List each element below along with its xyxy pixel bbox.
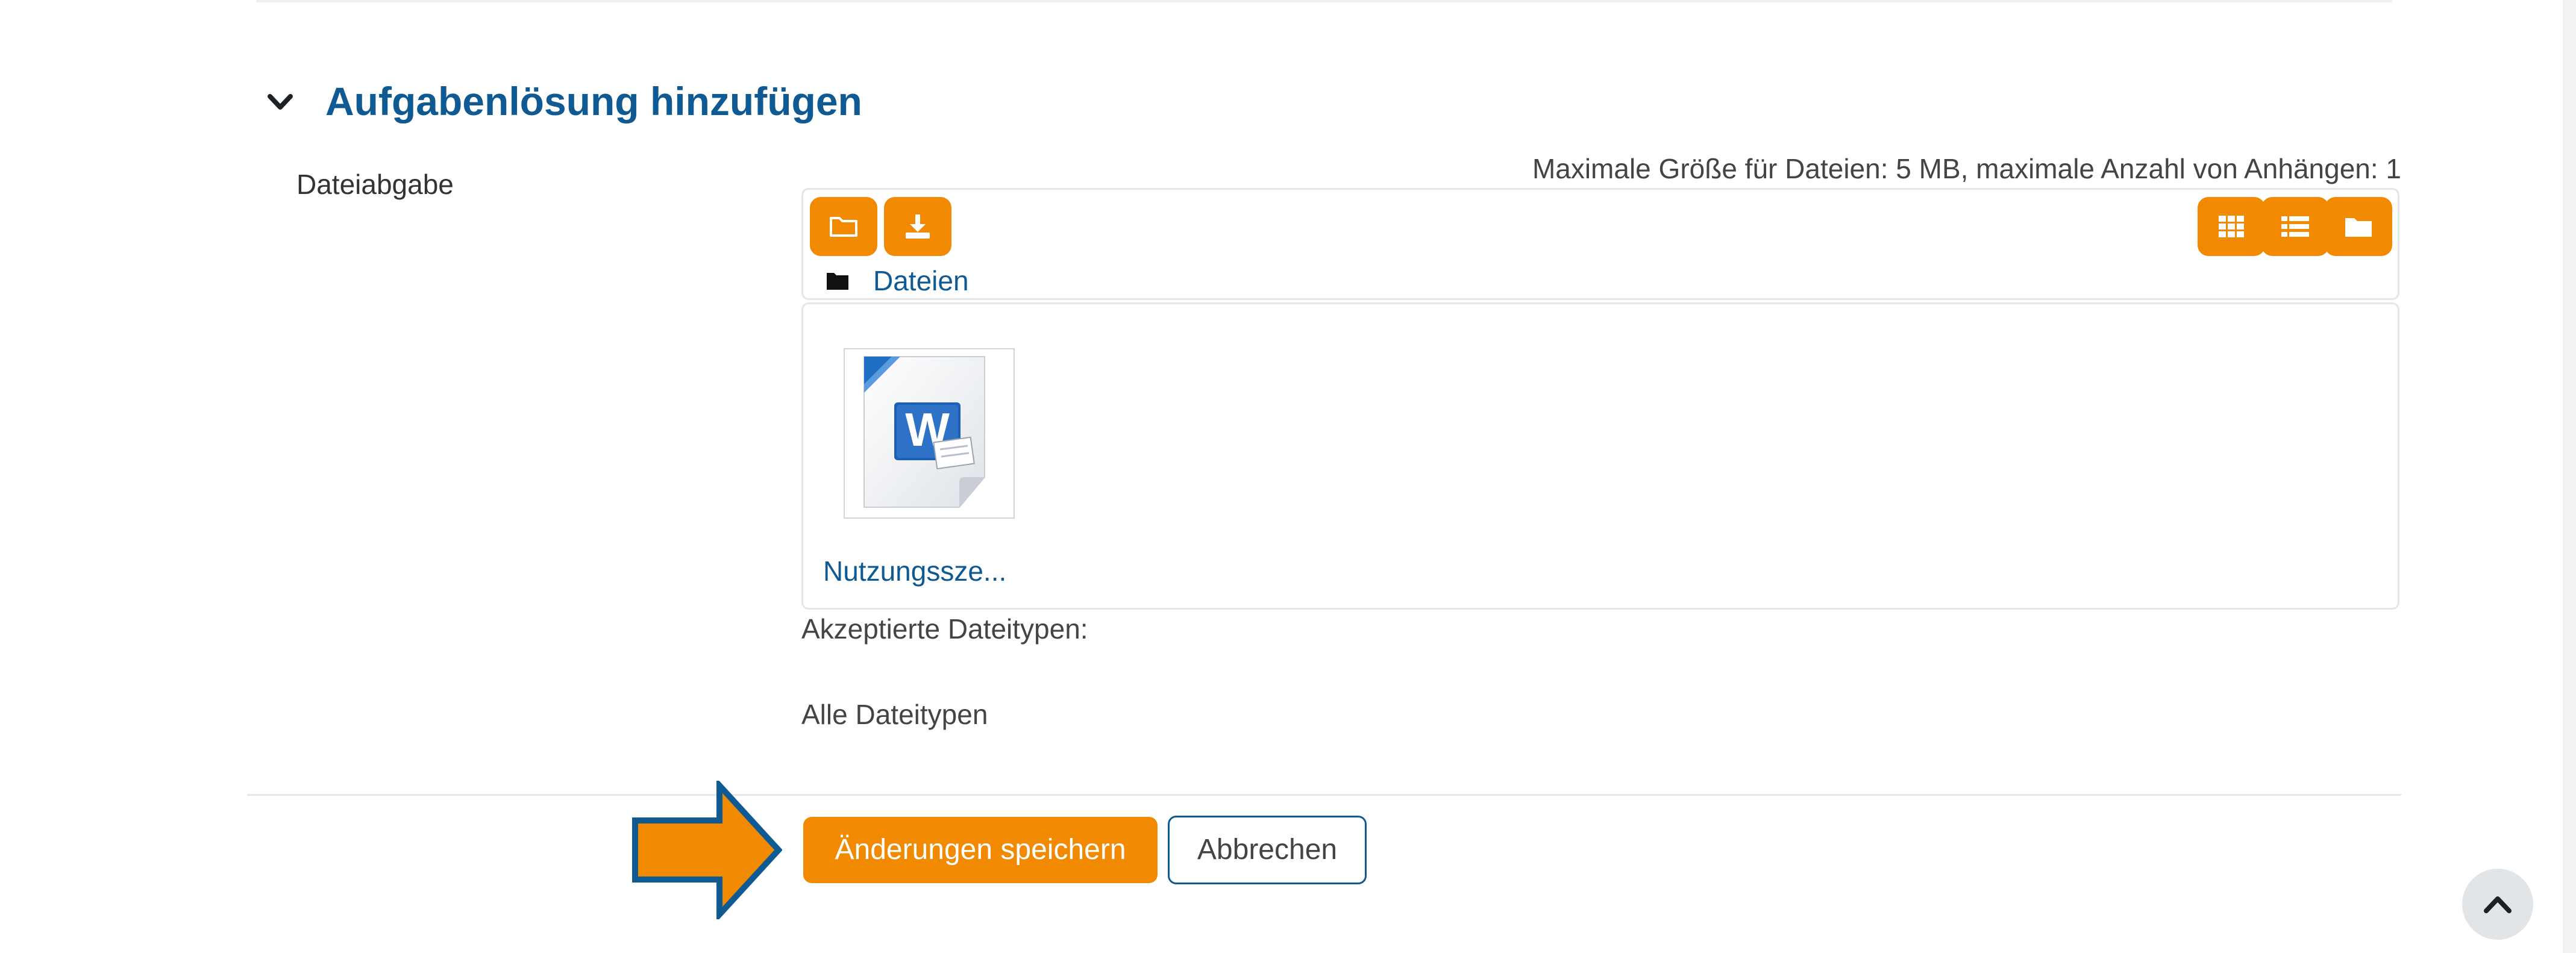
field-label: Dateiabgabe: [296, 169, 454, 200]
top-divider: [256, 0, 2392, 2]
arrow-right-icon: [631, 778, 783, 922]
view-details-button[interactable]: [2261, 197, 2329, 256]
file-name-link[interactable]: Nutzungssze...: [823, 553, 1006, 589]
download-all-button[interactable]: [884, 197, 951, 256]
chevron-down-icon: [268, 94, 293, 110]
folder-icon: [826, 270, 850, 292]
max-size-note: Maximale Größe für Dateien: 5 MB, maxima…: [1532, 153, 2401, 184]
accepted-types-value: Alle Dateitypen: [801, 699, 988, 730]
view-icons-button[interactable]: [2198, 197, 2265, 256]
grid-icon: [2219, 216, 2244, 237]
folder-icon: [2345, 218, 2372, 237]
view-tree-button[interactable]: [2325, 197, 2392, 256]
accepted-types-label: Akzeptierte Dateitypen:: [801, 613, 1088, 645]
folder-outline-icon: [830, 217, 857, 237]
list-icon: [2281, 216, 2309, 237]
filemanager-content: [801, 302, 2399, 610]
back-to-top-button[interactable]: [2462, 869, 2533, 940]
cancel-button[interactable]: Abbrechen: [1168, 816, 1367, 884]
section-collapse-toggle[interactable]: [265, 87, 295, 117]
add-file-button[interactable]: [810, 197, 877, 256]
word-document-icon: W: [863, 356, 985, 508]
chevron-up-icon: [2484, 896, 2512, 913]
file-thumbnail[interactable]: W: [844, 348, 1015, 519]
save-changes-button[interactable]: Änderungen speichern: [803, 817, 1158, 883]
filemanager-toolbar: [801, 188, 2399, 300]
path-breadcrumb-link[interactable]: Dateien: [873, 263, 969, 299]
form-divider: [247, 794, 2401, 796]
download-icon: [906, 214, 930, 239]
section-title[interactable]: Aufgabenlösung hinzufügen: [325, 71, 862, 131]
page-scrollbar[interactable]: [2563, 0, 2576, 953]
